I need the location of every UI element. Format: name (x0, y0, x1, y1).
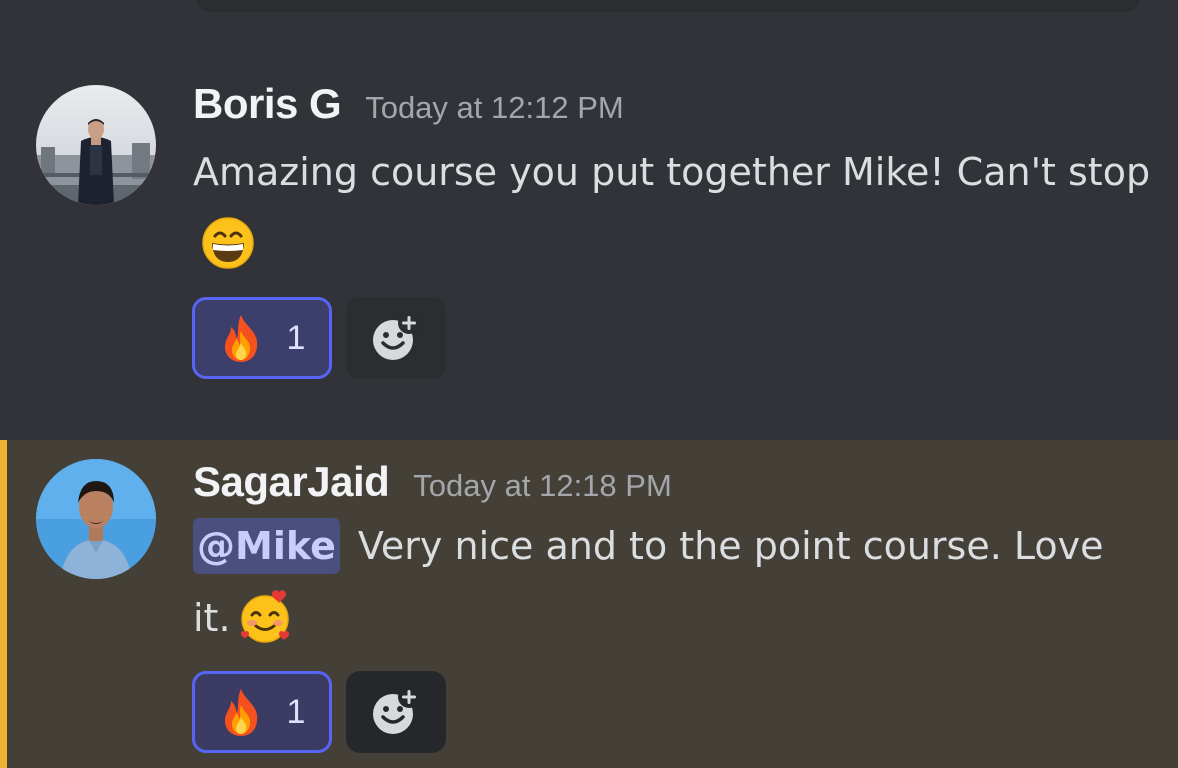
timestamp[interactable]: Today at 12:18 PM (413, 468, 672, 503)
message-item[interactable]: Boris G Today at 12:12 PM Amazing course … (0, 62, 1178, 440)
chat-area: Boris G Today at 12:12 PM Amazing course … (0, 0, 1178, 768)
username[interactable]: SagarJaid (193, 458, 390, 505)
smiling-face-with-hearts-icon (240, 589, 289, 643)
reaction-fire[interactable]: 1 (192, 671, 332, 753)
mention-indicator-bar (0, 440, 7, 768)
message-header: Boris G Today at 12:12 PM (193, 80, 624, 128)
message-item-highlighted[interactable]: SagarJaid Today at 12:18 PM @Mike Very nic… (0, 440, 1178, 768)
message-content: @Mike Very nice and to the point course. … (193, 510, 1153, 654)
user-mention[interactable]: @Mike (193, 518, 340, 574)
grinning-face-icon (202, 216, 254, 269)
reaction-count: 1 (286, 318, 306, 357)
fire-icon (224, 315, 257, 362)
username[interactable]: Boris G (193, 80, 342, 127)
previous-message-embed (196, 0, 1140, 12)
reaction-fire[interactable]: 1 (192, 297, 332, 379)
reactions-bar: 1 (192, 671, 446, 753)
add-reaction-icon (373, 687, 420, 734)
reaction-count: 1 (286, 692, 306, 731)
message-header: SagarJaid Today at 12:18 PM (193, 458, 672, 506)
add-reaction-button[interactable] (346, 297, 446, 379)
message-content: Amazing course you put together Mike! Ca… (193, 136, 1153, 280)
avatar[interactable] (36, 85, 156, 205)
fire-icon (224, 689, 257, 736)
avatar[interactable] (36, 459, 156, 579)
reactions-bar: 1 (192, 297, 446, 379)
add-reaction-icon (373, 313, 420, 360)
timestamp[interactable]: Today at 12:12 PM (365, 90, 624, 125)
add-reaction-button[interactable] (346, 671, 446, 753)
message-text: Amazing course you put together Mike! Ca… (193, 150, 1151, 194)
